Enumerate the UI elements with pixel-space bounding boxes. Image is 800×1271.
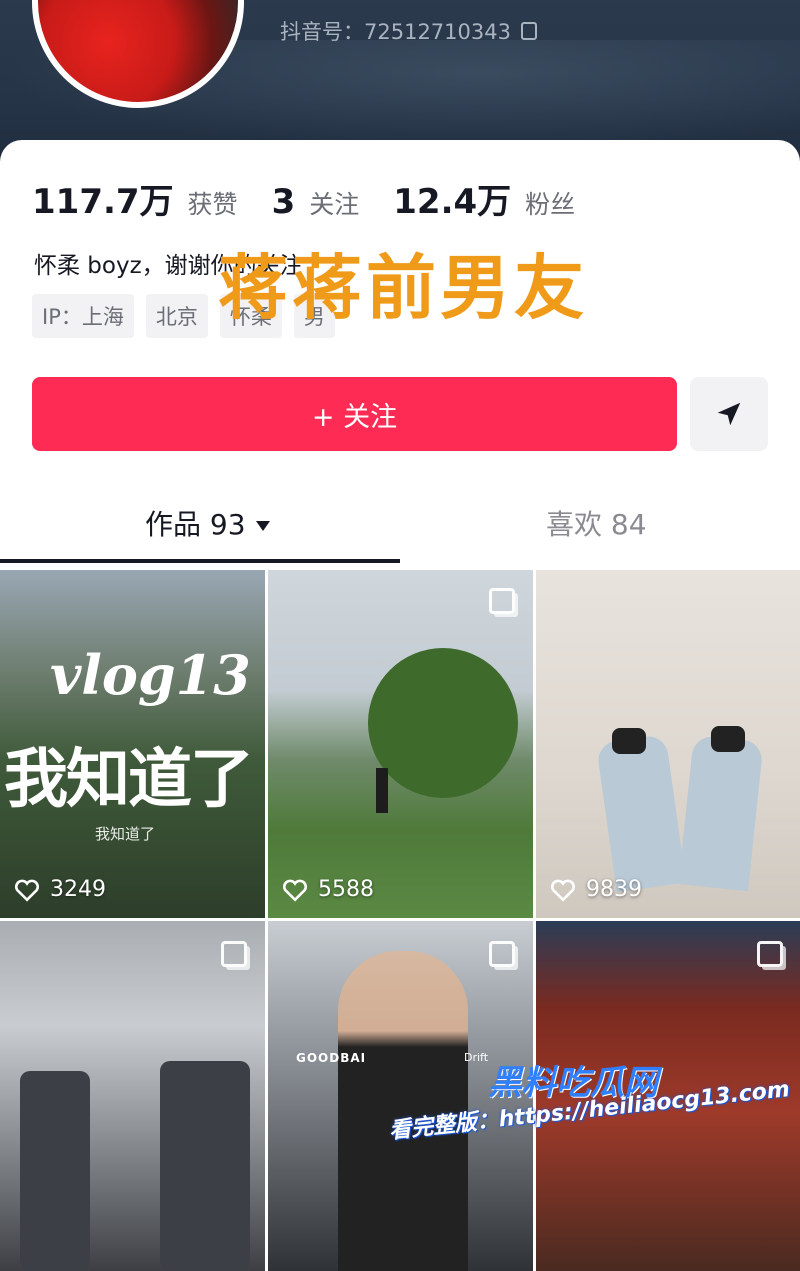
poster-text-left: GOODBAI — [296, 1051, 367, 1065]
likes-label: 获赞 — [187, 190, 238, 219]
video-likes-count: 5588 — [318, 877, 374, 902]
douyin-id-text: 抖音号：72512710343 — [280, 20, 511, 44]
profile-stats: 117.7万 获赞 3 关注 12.4万 粉丝 — [32, 174, 595, 223]
following-count[interactable]: 3 — [272, 182, 296, 222]
tab-indicator — [0, 559, 400, 563]
shoe-image — [711, 726, 745, 752]
video-likes: 9839 — [550, 877, 642, 902]
overlay-title: 蒋蒋前男友 — [218, 247, 588, 329]
tab-likes[interactable]: 喜欢 84 — [546, 503, 647, 543]
douyin-id: 抖音号：72512710343 — [280, 16, 537, 46]
profile-card: 117.7万 获赞 3 关注 12.4万 粉丝 怀柔 boyz，谢谢你的关注 I… — [0, 140, 800, 570]
seat-image — [160, 1061, 250, 1271]
video-likes: 5588 — [282, 877, 374, 902]
multi-image-icon — [489, 941, 515, 967]
tab-works-label: 作品 93 — [145, 508, 246, 541]
chevron-down-icon — [255, 521, 270, 531]
tag-city: 北京 — [145, 294, 208, 338]
video-tile[interactable] — [0, 921, 265, 1271]
video-overlay-sub: 我知道了 — [95, 825, 156, 843]
copy-icon[interactable] — [520, 22, 537, 40]
video-likes: 3249 — [14, 877, 106, 902]
content-tabs: 作品 93 喜欢 84 — [0, 485, 800, 565]
video-likes-count: 9839 — [586, 877, 642, 902]
multi-image-icon — [489, 588, 515, 614]
video-overlay-cn: 我知道了 — [4, 743, 254, 817]
follow-button[interactable]: + 关注 — [32, 377, 677, 451]
heart-icon — [550, 879, 576, 902]
followers-count[interactable]: 12.4万 — [393, 174, 511, 223]
seat-image — [20, 1071, 90, 1271]
leg-image — [595, 733, 687, 893]
following-label[interactable]: 关注 — [309, 185, 359, 221]
video-tile[interactable]: 5588 — [268, 568, 533, 918]
send-icon — [717, 402, 741, 426]
tree-image — [368, 648, 518, 798]
followers-label[interactable]: 粉丝 — [525, 185, 575, 221]
share-button[interactable] — [690, 377, 768, 451]
likes-count: 117.7万 — [32, 182, 174, 222]
video-tile[interactable]: 9839 — [536, 568, 800, 918]
poster-text-right: Drift — [464, 1051, 489, 1064]
tab-works[interactable]: 作品 93 — [145, 503, 270, 543]
video-overlay-text: vlog13 — [50, 643, 251, 707]
leg-image — [678, 734, 764, 892]
video-likes-count: 3249 — [50, 877, 106, 902]
person-image — [376, 768, 388, 813]
heart-icon — [14, 879, 40, 902]
video-tile[interactable]: vlog13 我知道了 我知道了 3249 — [0, 568, 265, 918]
tag-ip: IP：上海 — [32, 294, 134, 338]
multi-image-icon — [757, 941, 783, 967]
shoe-image — [612, 728, 646, 754]
heart-icon — [282, 879, 308, 902]
multi-image-icon — [221, 941, 247, 967]
